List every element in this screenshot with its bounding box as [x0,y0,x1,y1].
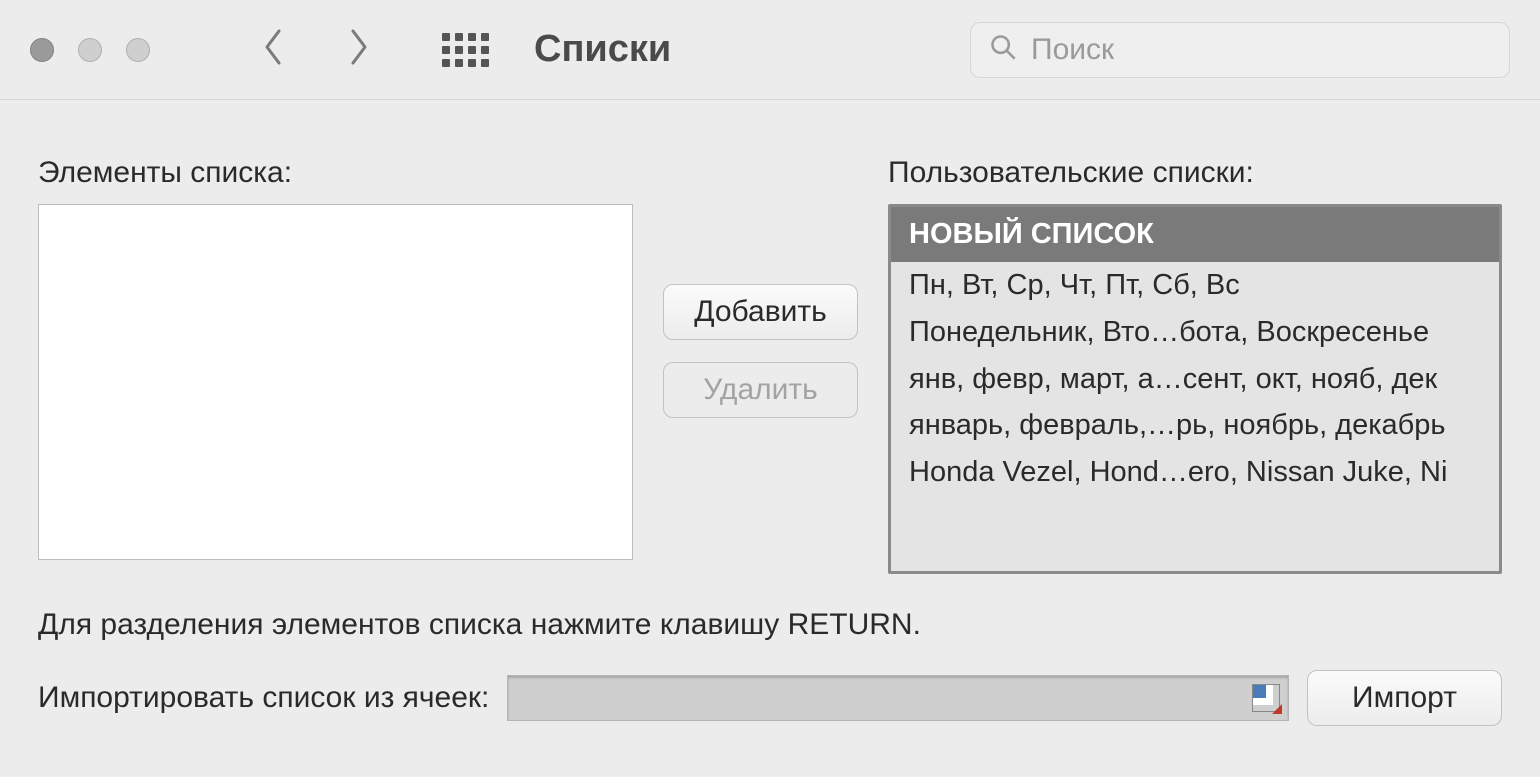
add-button[interactable]: Добавить [663,284,858,340]
list-item[interactable]: НОВЫЙ СПИСОК [891,207,1499,262]
custom-lists-label: Пользовательские списки: [888,156,1502,190]
nav-arrows [260,27,372,72]
custom-lists-listbox[interactable]: НОВЫЙ СПИСОК Пн, Вт, Ср, Чт, Пт, Сб, Вс … [888,204,1502,574]
custom-lists-column: Пользовательские списки: НОВЫЙ СПИСОК Пн… [888,156,1502,574]
back-button[interactable] [260,27,286,72]
content: Элементы списка: Добавить Удалить Пользо… [0,100,1540,756]
window-controls [30,38,150,62]
import-button[interactable]: Импорт [1307,670,1502,726]
search-icon [989,33,1017,66]
list-item[interactable]: Пн, Вт, Ср, Чт, Пт, Сб, Вс [891,262,1499,309]
list-elements-column: Элементы списка: [38,156,633,574]
cell-range-picker-icon[interactable] [1252,684,1280,712]
forward-button[interactable] [346,27,372,72]
window-title: Списки [534,28,671,71]
list-elements-textarea[interactable] [38,204,633,560]
list-item[interactable]: янв, февр, март, а…сент, окт, нояб, дек [891,356,1499,403]
search-input[interactable] [1031,33,1491,67]
search-field-wrap[interactable] [970,22,1510,78]
apps-grid-icon[interactable] [442,33,489,67]
helper-text: Для разделения элементов списка нажмите … [38,608,1502,642]
minimize-window-button[interactable] [78,38,102,62]
import-label: Импортировать список из ячеек: [38,681,489,715]
toolbar: Списки [0,0,1540,100]
import-row: Импортировать список из ячеек: Импорт [38,670,1502,726]
middle-buttons: Добавить Удалить [663,284,858,574]
close-window-button[interactable] [30,38,54,62]
list-item[interactable]: январь, февраль,…рь, ноябрь, декабрь [891,402,1499,449]
list-elements-label: Элементы списка: [38,156,633,190]
list-item[interactable]: Honda Vezel, Hond…ero, Nissan Juke, Ni [891,449,1499,496]
import-range-field[interactable] [507,675,1289,721]
zoom-window-button[interactable] [126,38,150,62]
remove-button: Удалить [663,362,858,418]
list-item[interactable]: Понедельник, Вто…бота, Воскресенье [891,309,1499,356]
